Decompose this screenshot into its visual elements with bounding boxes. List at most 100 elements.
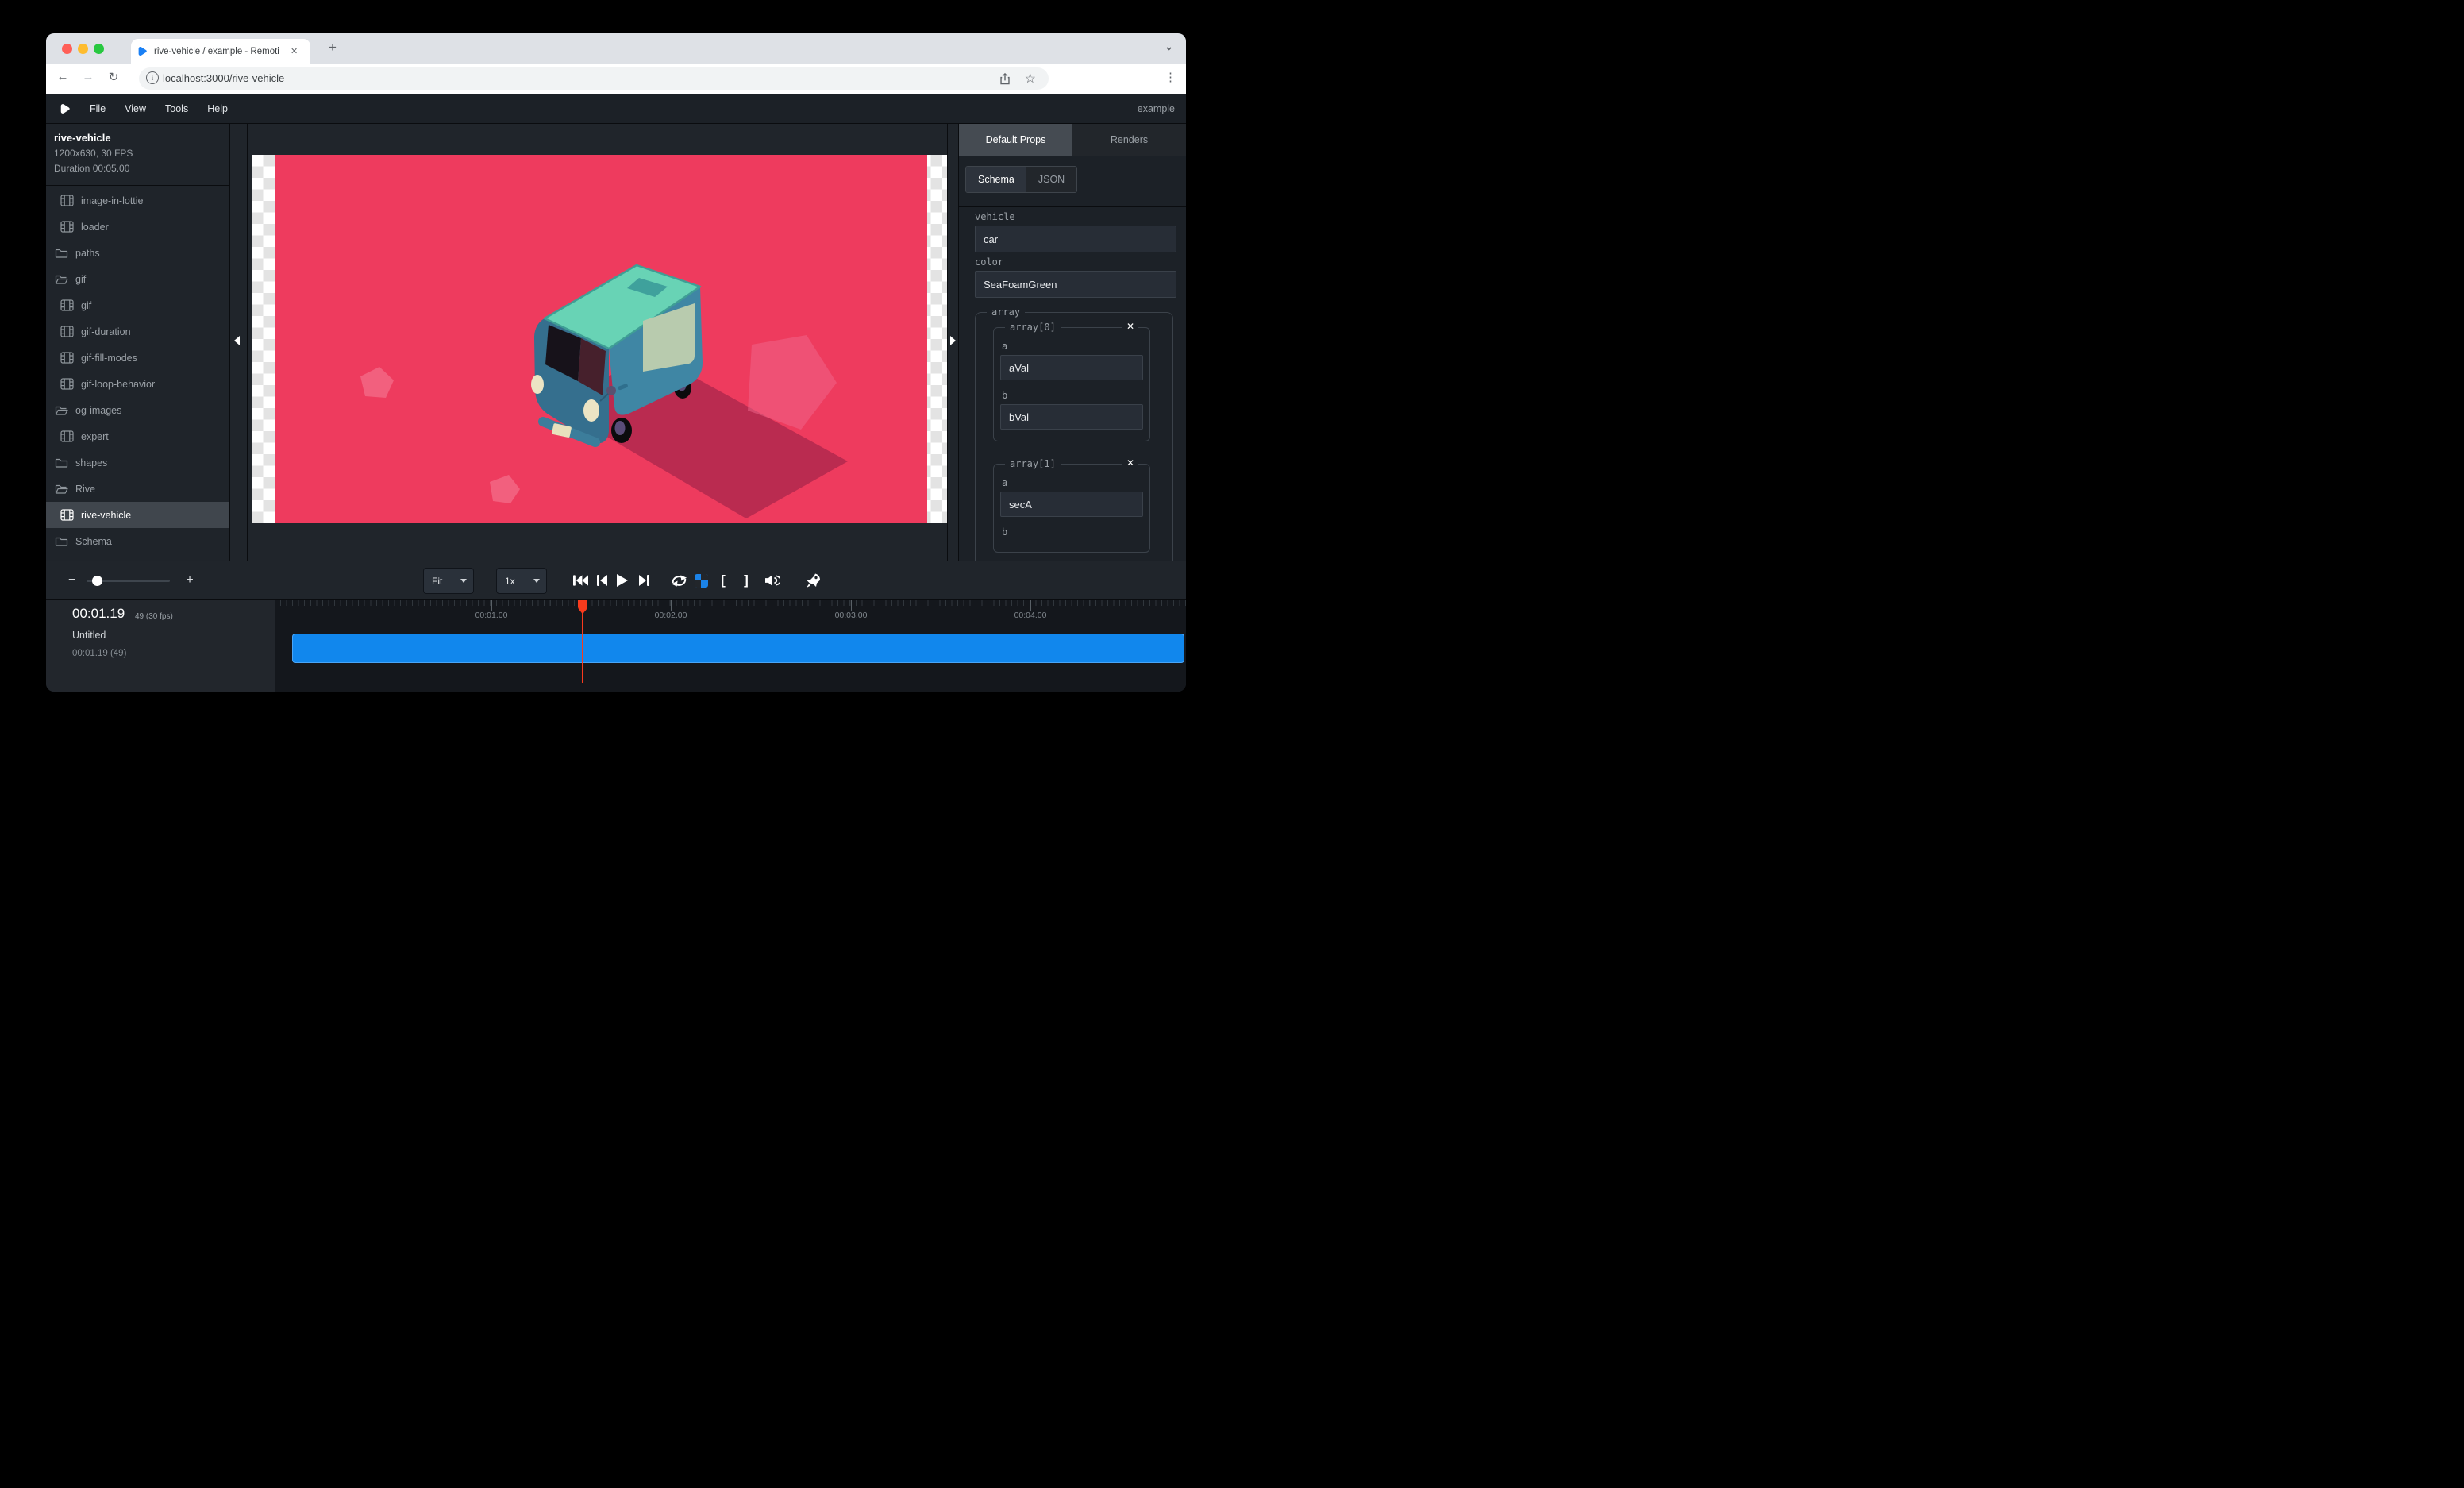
fit-select[interactable]: Fit [423,568,474,594]
share-icon[interactable] [999,73,1011,85]
a-input[interactable]: aVal [1000,355,1143,380]
sidebar-item-label: gif-loop-behavior [81,379,155,390]
mute-toggle-button[interactable] [764,561,781,599]
bookmark-star-icon[interactable]: ☆ [1025,71,1036,87]
menu-help[interactable]: Help [207,103,228,114]
toggle-json[interactable]: JSON [1026,167,1076,192]
current-timecode: 00:01.19 [72,606,125,622]
zoom-slider[interactable] [87,580,170,582]
reload-icon[interactable]: ↻ [105,70,122,84]
ruler-label: 00:01.00 [475,611,508,620]
skip-to-start-button[interactable] [572,561,589,599]
vehicle-animation [275,155,927,523]
sidebar-divider [46,185,229,186]
sidebar-item-gif-loop-behavior[interactable]: gif-loop-behavior [46,371,229,397]
timeline-ruler[interactable] [280,600,1186,606]
zoom-out-icon[interactable]: − [68,573,75,588]
set-out-point-button[interactable]: ] [740,561,753,599]
composition-name: rive-vehicle [54,132,229,144]
sidebar-folder-shapes[interactable]: shapes [46,449,229,476]
zoom-in-icon[interactable]: + [186,573,193,588]
toggle-schema[interactable]: Schema [966,167,1026,192]
tab-title: rive-vehicle / example - Remoti [154,47,287,56]
sidebar-item-label: expert [81,431,109,442]
close-window-button[interactable] [62,44,72,54]
sidebar-item-rive-vehicle[interactable]: rive-vehicle [46,502,229,528]
folder-icon [55,247,68,259]
menu-file[interactable]: File [90,103,106,114]
sidebar-folder-schema[interactable]: Schema [46,528,229,554]
browser-menu-icon[interactable]: ⋮ [1165,70,1176,84]
sidebar-item-image-in-lottie[interactable]: image-in-lottie [46,187,229,214]
desktop-background: rive-vehicle / example - Remoti ✕ + ⌄ ← … [0,0,1232,744]
remove-item-icon[interactable]: ✕ [1122,457,1138,468]
tab-close-icon[interactable]: ✕ [291,46,298,56]
props-panel: Default Props Renders Schema JSON vehicl… [958,124,1186,561]
sidebar-item-gif-duration[interactable]: gif-duration [46,318,229,345]
zoom-slider-knob[interactable] [92,576,102,586]
ruler-label: 00:02.00 [655,611,687,620]
remove-item-icon[interactable]: ✕ [1122,321,1138,332]
film-icon [60,352,74,364]
current-frame-info: 49 (30 fps) [135,612,173,621]
back-icon[interactable]: ← [54,70,71,83]
previous-frame-button[interactable] [595,561,609,599]
sidebar-item-gif-fill-modes[interactable]: gif-fill-modes [46,345,229,371]
new-tab-button[interactable]: + [323,40,342,56]
sidebar-collapse-gutter[interactable] [230,124,248,561]
a-input[interactable]: secA [1000,492,1143,517]
menu-view[interactable]: View [125,103,146,114]
address-bar[interactable]: i localhost:3000/rive-vehicle ☆ [139,67,1049,90]
playback-toolbar: − + Fit 1x [ ] [46,561,1186,599]
vehicle-input[interactable]: car [975,226,1176,252]
render-rocket-button[interactable] [804,561,822,599]
tab-renders[interactable]: Renders [1072,124,1186,156]
sidebar-item-label: loader [81,222,109,233]
playback-speed-select[interactable]: 1x [496,568,547,594]
sidebar-item-label: gif [75,274,86,285]
schema-editor: vehicle car color SeaFoamGreen array arr… [959,207,1186,561]
panel-collapse-gutter[interactable] [947,124,958,561]
film-icon [60,221,74,233]
transparency-checkerboard-toggle[interactable] [694,561,708,599]
maximize-window-button[interactable] [94,44,104,54]
collapse-right-icon[interactable] [950,336,956,345]
sidebar-item-loader[interactable]: loader [46,214,229,240]
color-input[interactable]: SeaFoamGreen [975,271,1176,298]
ruler-major-tick [671,600,672,611]
remotion-logo-icon[interactable] [60,103,71,114]
film-icon [60,195,74,206]
array-item-1: array[1] ✕ a secA b [993,464,1150,553]
timeline-track-bar[interactable] [292,634,1184,663]
sidebar-folder-rive[interactable]: Rive [46,476,229,502]
collapse-left-icon[interactable] [234,336,240,345]
ruler-major-tick [491,600,492,611]
composition-canvas[interactable] [252,155,947,523]
b-input[interactable]: bVal [1000,404,1143,430]
browser-tab[interactable]: rive-vehicle / example - Remoti ✕ [131,39,310,64]
forward-icon[interactable]: → [79,70,97,83]
sidebar-item-label: gif-duration [81,326,131,337]
playhead-handle[interactable] [577,600,588,619]
tab-search-chevron-icon[interactable]: ⌄ [1165,40,1173,53]
menu-tools[interactable]: Tools [165,103,188,114]
sidebar-item-expert[interactable]: expert [46,423,229,449]
browser-window: rive-vehicle / example - Remoti ✕ + ⌄ ← … [46,33,1186,692]
sidebar-folder-paths[interactable]: paths [46,240,229,266]
browser-toolbar: ← → ↻ i localhost:3000/rive-vehicle ☆ ⋮ [46,64,1186,94]
folder-open-icon [55,483,68,495]
sidebar-folder-og-images[interactable]: og-images [46,397,229,423]
composition-info: rive-vehicle 1200x630, 30 FPS Duration 0… [46,124,229,174]
remotion-favicon-icon [137,46,148,56]
folder-open-icon [55,273,68,285]
timeline-info-panel: 00:01.19 49 (30 fps) Untitled 00:01.19 (… [46,600,275,692]
sidebar-item-gif[interactable]: gif [46,292,229,318]
sidebar-folder-gif[interactable]: gif [46,266,229,292]
set-in-point-button[interactable]: [ [717,561,730,599]
loop-toggle-button[interactable] [670,561,687,599]
next-frame-button[interactable] [637,561,651,599]
minimize-window-button[interactable] [78,44,88,54]
tab-default-props[interactable]: Default Props [959,124,1072,156]
site-info-icon[interactable]: i [146,71,159,84]
play-button[interactable] [615,561,629,599]
